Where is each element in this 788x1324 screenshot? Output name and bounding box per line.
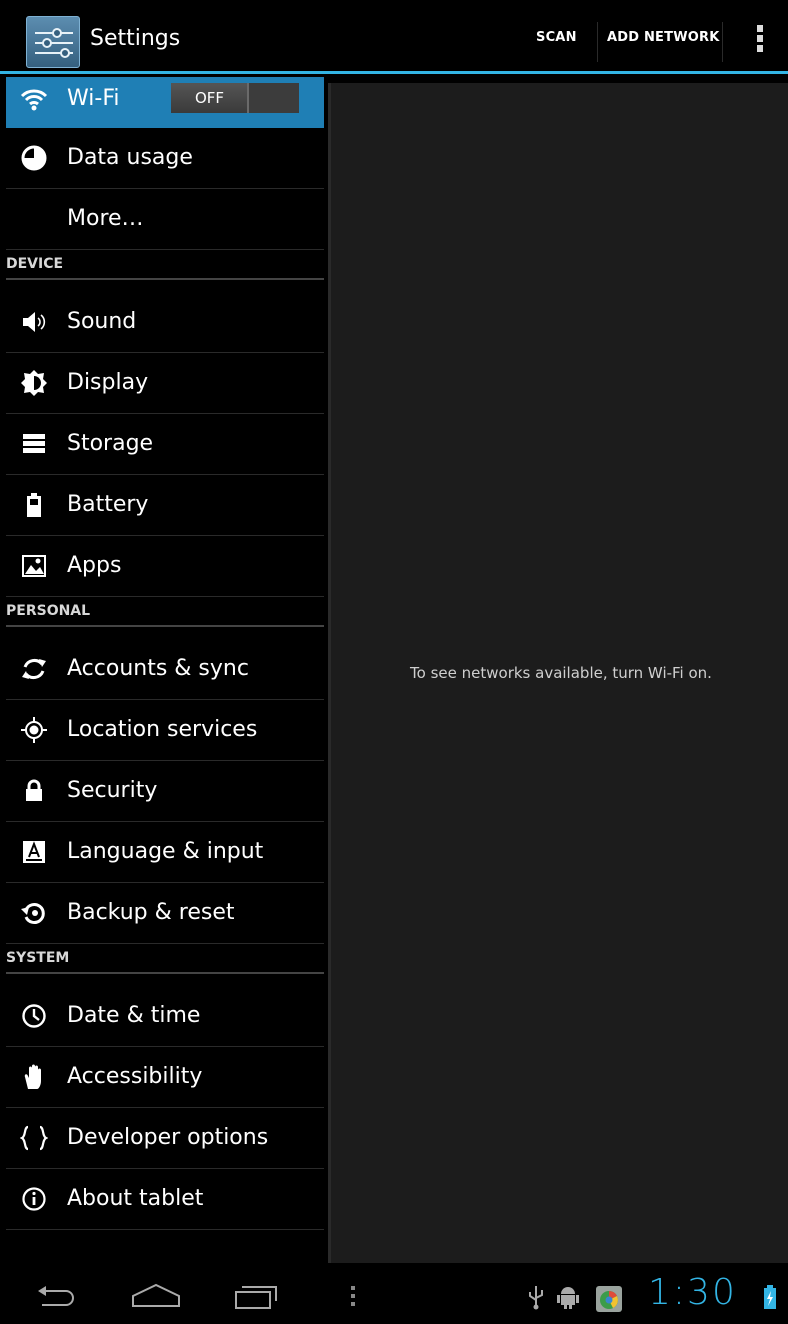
settings-item-label: Developer options bbox=[67, 1125, 269, 1150]
battery-charging-icon bbox=[764, 1285, 776, 1309]
settings-item-label: Language & input bbox=[67, 839, 264, 864]
location-icon bbox=[21, 717, 47, 743]
settings-item-language[interactable]: Language & input bbox=[6, 822, 324, 883]
settings-item-about[interactable]: About tablet bbox=[6, 1169, 324, 1230]
apps-icon bbox=[22, 555, 46, 577]
usb-icon bbox=[529, 1286, 543, 1310]
settings-item-label: About tablet bbox=[67, 1186, 204, 1211]
settings-item-label: Accounts & sync bbox=[67, 656, 249, 681]
system-bar: 1:30 bbox=[0, 1268, 788, 1324]
data-usage-icon bbox=[21, 145, 47, 171]
wifi-toggle[interactable]: OFF bbox=[171, 83, 299, 113]
action-divider bbox=[722, 22, 723, 62]
settings-item-developer[interactable]: Developer options bbox=[6, 1108, 324, 1169]
lock-icon bbox=[26, 779, 42, 801]
settings-item-more[interactable]: More… bbox=[6, 189, 324, 250]
settings-item-label: Sound bbox=[67, 309, 137, 334]
section-header-device: DEVICE bbox=[6, 250, 324, 280]
settings-app-icon[interactable] bbox=[26, 16, 80, 68]
storage-icon bbox=[23, 434, 45, 453]
info-icon bbox=[22, 1187, 46, 1211]
backup-icon bbox=[21, 903, 45, 924]
settings-item-display[interactable]: Display bbox=[6, 353, 324, 414]
add-network-button[interactable]: ADD NETWORK bbox=[607, 30, 719, 45]
settings-item-label: More… bbox=[67, 206, 144, 231]
toggle-state: OFF bbox=[195, 89, 225, 107]
brightness-icon bbox=[21, 370, 47, 396]
braces-icon bbox=[20, 1125, 48, 1151]
settings-item-data-usage[interactable]: Data usage bbox=[6, 128, 324, 189]
section-header-system: SYSTEM bbox=[6, 944, 324, 974]
settings-item-storage[interactable]: Storage bbox=[6, 414, 324, 475]
settings-item-battery[interactable]: Battery bbox=[6, 475, 324, 536]
home-icon[interactable] bbox=[130, 1282, 182, 1312]
android-debug-icon bbox=[557, 1287, 579, 1309]
settings-item-label: Display bbox=[67, 370, 149, 395]
keyboard-icon bbox=[23, 841, 45, 863]
settings-item-date-time[interactable]: Date & time bbox=[6, 986, 324, 1047]
settings-item-location[interactable]: Location services bbox=[6, 700, 324, 761]
clock-icon bbox=[22, 1004, 46, 1028]
settings-item-label: Security bbox=[67, 778, 158, 803]
page-title: Settings bbox=[90, 26, 181, 51]
wifi-off-message: To see networks available, turn Wi-Fi on… bbox=[410, 664, 712, 682]
settings-item-label: Battery bbox=[67, 492, 149, 517]
settings-item-label: Date & time bbox=[67, 1003, 201, 1028]
hand-icon bbox=[24, 1064, 41, 1089]
settings-item-wifi[interactable]: Wi-Fi OFF bbox=[6, 77, 324, 128]
settings-item-label: Wi-Fi bbox=[67, 86, 120, 111]
settings-item-label: Apps bbox=[67, 553, 122, 578]
settings-item-accessibility[interactable]: Accessibility bbox=[6, 1047, 324, 1108]
sync-icon bbox=[22, 659, 46, 679]
settings-item-accounts-sync[interactable]: Accounts & sync bbox=[6, 639, 324, 700]
recent-apps-icon[interactable] bbox=[232, 1282, 280, 1312]
notification-app-icon bbox=[596, 1286, 622, 1312]
menu-icon[interactable] bbox=[350, 1286, 356, 1310]
settings-item-label: Storage bbox=[67, 431, 154, 456]
wifi-detail-pane: To see networks available, turn Wi-Fi on… bbox=[328, 83, 788, 1263]
speaker-icon bbox=[23, 312, 46, 332]
action-bar: Settings SCAN ADD NETWORK bbox=[0, 0, 788, 74]
section-header-personal: PERSONAL bbox=[6, 597, 324, 627]
settings-item-security[interactable]: Security bbox=[6, 761, 324, 822]
settings-item-apps[interactable]: Apps bbox=[6, 536, 324, 597]
overflow-menu-icon[interactable] bbox=[750, 22, 770, 62]
back-icon[interactable] bbox=[34, 1282, 78, 1312]
action-divider bbox=[597, 22, 598, 62]
settings-item-backup[interactable]: Backup & reset bbox=[6, 883, 324, 944]
settings-item-label: Backup & reset bbox=[67, 900, 235, 925]
status-clock: 1:30 bbox=[648, 1272, 737, 1313]
wifi-icon bbox=[20, 89, 48, 111]
settings-item-label: Location services bbox=[67, 717, 258, 742]
battery-icon bbox=[27, 493, 41, 517]
settings-item-sound[interactable]: Sound bbox=[6, 292, 324, 353]
settings-item-label: Data usage bbox=[67, 145, 193, 170]
settings-item-label: Accessibility bbox=[67, 1064, 203, 1089]
settings-list: Wi-Fi OFF Data usage More… DEVICE Sound … bbox=[6, 77, 324, 1265]
scan-button[interactable]: SCAN bbox=[536, 30, 577, 45]
